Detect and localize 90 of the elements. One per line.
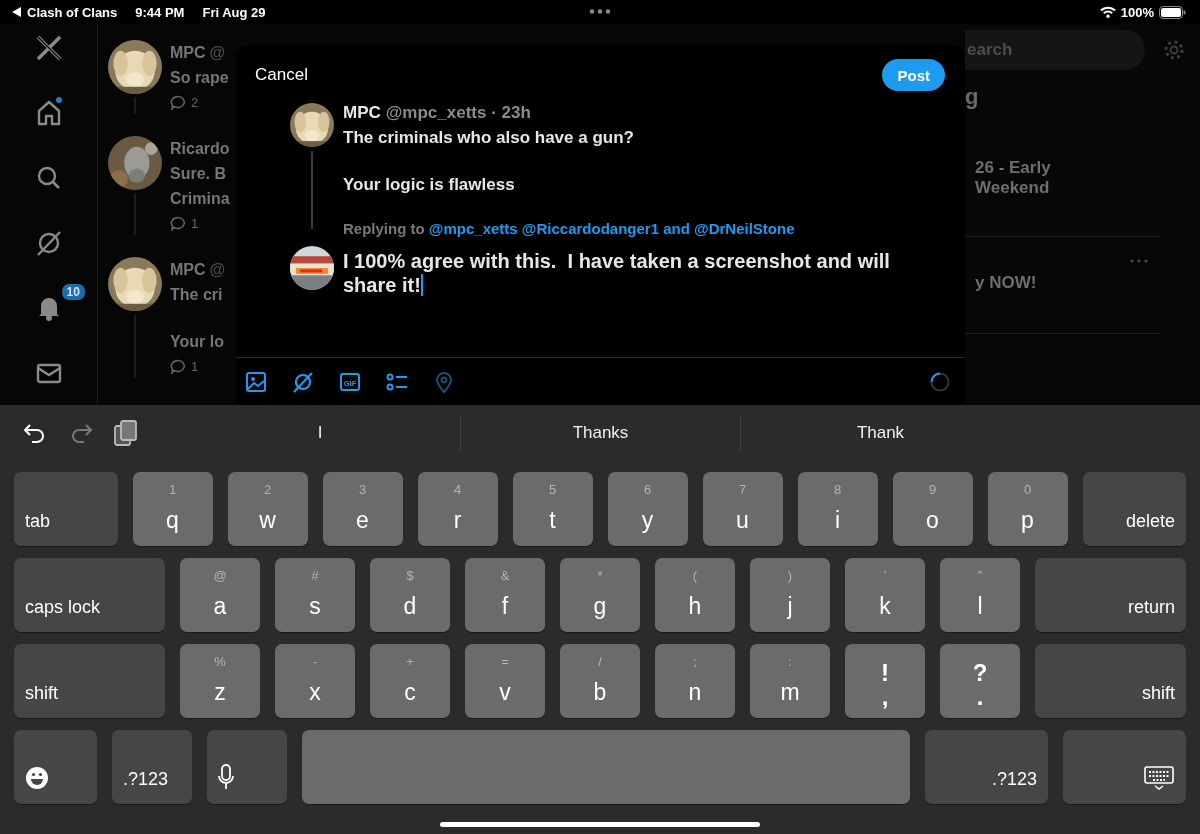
- date: Fri Aug 29: [202, 4, 266, 20]
- keyboard-icon: [1144, 766, 1174, 790]
- cancel-button[interactable]: Cancel: [255, 65, 308, 85]
- trend-text: y NOW!: [975, 273, 1038, 293]
- key[interactable]: ” l: [940, 558, 1020, 632]
- post-text: Your lo: [170, 332, 225, 352]
- key[interactable]: * g: [560, 558, 640, 632]
- post-text: Your logic is flawless: [343, 174, 516, 196]
- mention-link[interactable]: @Riccardodanger1: [521, 220, 659, 237]
- time: 9:44 PM: [135, 4, 185, 20]
- key[interactable]: delete: [1082, 472, 1186, 546]
- key[interactable]: ? .: [940, 644, 1020, 718]
- post-text: The criminals who also have a gun?: [343, 127, 635, 149]
- key[interactable]: % z: [180, 644, 260, 718]
- reply-count: 1: [191, 357, 199, 376]
- key[interactable]: & f: [465, 558, 545, 632]
- post-text: So rape: [170, 68, 230, 88]
- key[interactable]: @ a: [180, 558, 260, 632]
- key[interactable]: 6 y: [607, 472, 688, 546]
- smiley-icon: [25, 766, 49, 790]
- key[interactable]: + c: [370, 644, 450, 718]
- key[interactable]: 1 q: [132, 472, 213, 546]
- key[interactable]: ! ,: [845, 644, 925, 718]
- battery-icon: [1159, 5, 1186, 19]
- key[interactable]: 2 w: [227, 472, 308, 546]
- mention-link[interactable]: @mpc_xetts: [428, 220, 518, 237]
- author-name: MPC: [170, 260, 206, 280]
- reply-count: 2: [191, 93, 199, 112]
- key[interactable]: return: [1035, 558, 1186, 632]
- suggestion[interactable]: I: [180, 414, 460, 451]
- reply-icon[interactable]: [170, 215, 186, 231]
- key[interactable]: 3 e: [322, 472, 403, 546]
- key[interactable]: tab: [14, 472, 118, 546]
- post-button[interactable]: Post: [882, 59, 945, 91]
- key[interactable]: 8 i: [797, 472, 878, 546]
- reply-field[interactable]: I 100% agree with this. I have taken a screenshot and will share it!: [343, 246, 935, 297]
- microphone-icon: [218, 764, 234, 790]
- key[interactable]: shift: [1035, 644, 1186, 718]
- key[interactable]: 0 p: [987, 472, 1068, 546]
- key[interactable]: ; n: [655, 644, 735, 718]
- progress-ring-icon: [929, 370, 951, 393]
- key[interactable]: - x: [275, 644, 355, 718]
- mention-link[interactable]: @DrNeilStone: [694, 220, 795, 237]
- key[interactable]: ’ k: [845, 558, 925, 632]
- reply-icon[interactable]: [170, 94, 186, 110]
- post-text: Sure. B: [170, 164, 227, 184]
- text-cursor: [420, 274, 423, 296]
- reply-icon[interactable]: [170, 358, 186, 374]
- post-text: The cri: [170, 285, 224, 305]
- key[interactable]: .?123: [925, 730, 1048, 804]
- key[interactable]: 9 o: [892, 472, 973, 546]
- key[interactable]: ) j: [750, 558, 830, 632]
- key[interactable]: .?123: [112, 730, 192, 804]
- author-handle: @mpc_xetts · 23h: [385, 103, 531, 123]
- author-handle: @: [209, 260, 226, 280]
- replying-to-text: Replying to @mpc_xetts @Riccardodanger1 and @DrNeilStone: [342, 220, 796, 237]
- key[interactable]: = v: [465, 644, 545, 718]
- key[interactable]: 5 t: [512, 472, 593, 546]
- clipboard-icon[interactable]: [114, 418, 138, 447]
- wifi-icon: [1099, 6, 1116, 18]
- key[interactable]: 7 u: [702, 472, 783, 546]
- battery-percentage: 100%: [1120, 4, 1154, 20]
- author-handle: @: [209, 43, 226, 63]
- key[interactable]: ( h: [655, 558, 735, 632]
- key[interactable]: caps lock: [14, 558, 165, 632]
- emoji-key[interactable]: [14, 730, 97, 804]
- key[interactable]: $ d: [370, 558, 450, 632]
- key[interactable]: / b: [560, 644, 640, 718]
- key[interactable]: 4 r: [417, 472, 498, 546]
- key[interactable]: shift: [14, 644, 165, 718]
- reply-count: 1: [191, 214, 199, 233]
- back-arrow-icon[interactable]: [12, 7, 21, 17]
- key[interactable]: # s: [275, 558, 355, 632]
- back-to-app-link[interactable]: Clash of Clans: [27, 4, 118, 20]
- image-icon[interactable]: [244, 369, 268, 394]
- hide-keyboard-key[interactable]: [1063, 730, 1186, 804]
- section-heading: g: [965, 84, 980, 110]
- author-name: MPC: [170, 43, 206, 63]
- author-name: MPC: [343, 103, 381, 123]
- author-name: Ricardo: [170, 139, 230, 159]
- key[interactable]: : m: [750, 644, 830, 718]
- trend-text: Weekend: [975, 178, 1051, 198]
- notification-badge: 10: [59, 282, 87, 302]
- post-text: Crimina: [170, 189, 231, 209]
- suggestion[interactable]: Thank: [740, 414, 1020, 451]
- bell-icon[interactable]: [37, 295, 60, 321]
- dictation-key[interactable]: [207, 730, 287, 804]
- suggestion[interactable]: Thanks: [460, 414, 740, 451]
- trend-text: 26 - Early: [975, 158, 1052, 178]
- more-icon[interactable]: [589, 9, 611, 14]
